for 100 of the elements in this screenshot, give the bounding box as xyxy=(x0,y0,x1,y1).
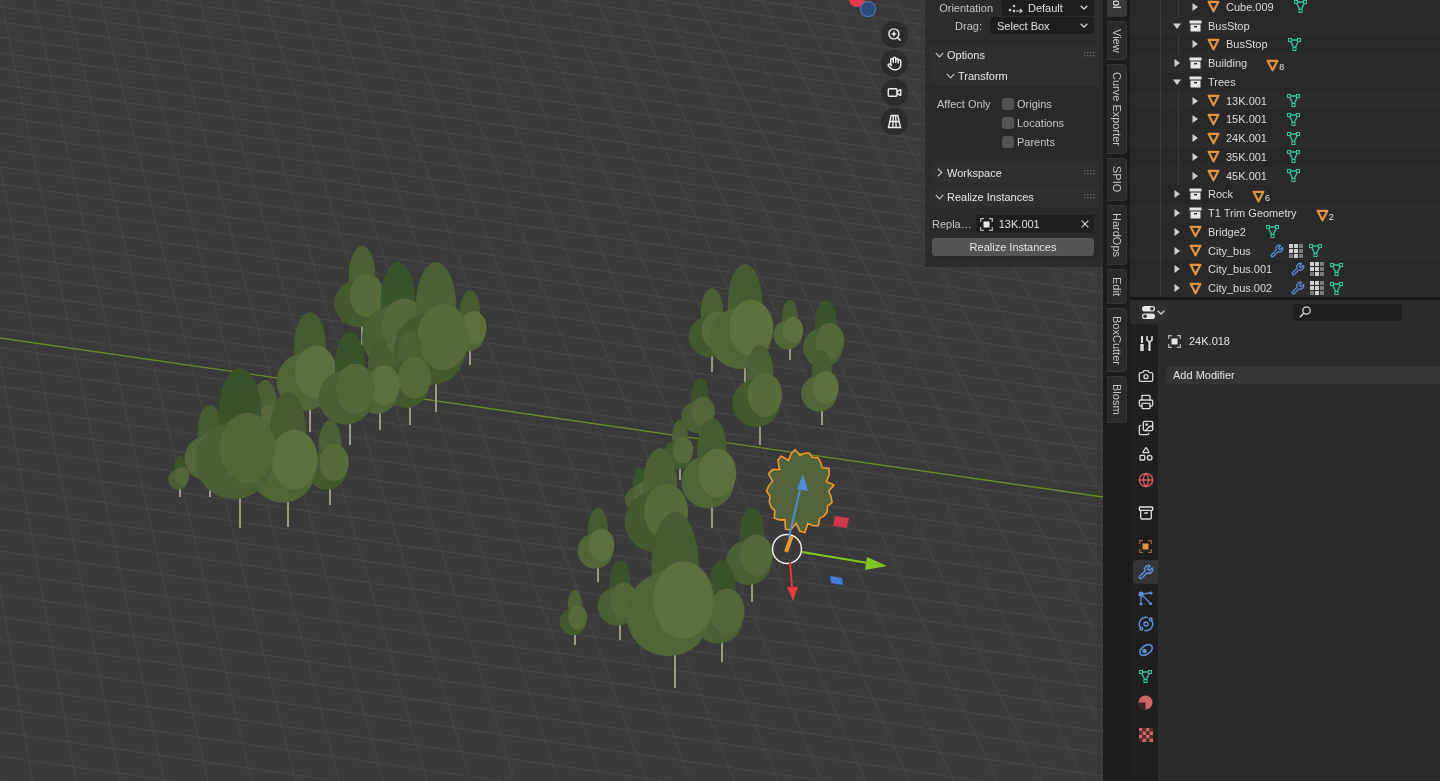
disclosure-arrow-icon[interactable] xyxy=(1192,40,1198,49)
sidebar-tab[interactable]: ol xyxy=(1107,0,1127,17)
globe-icon xyxy=(1137,472,1154,488)
mesh-data-icon xyxy=(1307,243,1323,259)
printer-icon xyxy=(1137,394,1154,410)
mesh-data-icon xyxy=(1286,130,1301,146)
mesh-data-icon xyxy=(1292,0,1308,15)
add-modifier-button[interactable]: Add Modifier xyxy=(1166,366,1440,384)
chevron-down-icon xyxy=(1080,5,1088,10)
disclosure-arrow-icon[interactable] xyxy=(1192,134,1198,143)
item-name: Trees xyxy=(1208,76,1236,88)
mesh-object-icon xyxy=(1189,225,1202,239)
selected-tree[interactable] xyxy=(765,448,836,553)
disclosure-arrow-icon[interactable] xyxy=(1192,115,1198,124)
plane-handle[interactable] xyxy=(833,516,849,528)
collection-box-icon xyxy=(1189,188,1202,201)
array-grid-icon xyxy=(1288,243,1303,258)
disclosure-arrow-icon[interactable] xyxy=(1174,246,1180,255)
search-field[interactable] xyxy=(1293,303,1402,321)
sidebar-tab[interactable]: SPIO xyxy=(1107,158,1127,201)
disclosure-arrow-icon[interactable] xyxy=(1174,209,1180,218)
array-grid-icon xyxy=(1310,262,1325,277)
sidebar-tab[interactable]: Blosm xyxy=(1107,376,1127,423)
item-name: City_bus xyxy=(1208,244,1251,257)
particles-icon xyxy=(1138,590,1153,606)
sidebar-tab[interactable]: BoxCutter xyxy=(1107,307,1127,373)
mesh-object-icon xyxy=(1207,169,1220,183)
clear-icon[interactable] xyxy=(1081,220,1089,228)
video-camera-icon[interactable] xyxy=(881,79,908,106)
z-axis-arrow[interactable] xyxy=(788,474,808,538)
checkbox-label: Origins xyxy=(1017,97,1052,110)
array-grid-icon xyxy=(1310,281,1325,296)
disclosure-arrow-icon[interactable] xyxy=(1174,228,1180,236)
mesh-object-icon xyxy=(1252,190,1266,203)
hand-icon[interactable] xyxy=(881,50,908,77)
child-count: 6 xyxy=(1265,194,1271,203)
disclosure-arrow-icon[interactable] xyxy=(1192,171,1198,180)
checkbox[interactable] xyxy=(1002,135,1014,148)
chevron-down-icon xyxy=(1157,309,1165,315)
item-name: City_bus.002 xyxy=(1208,282,1273,295)
constraint-icon xyxy=(1137,643,1154,657)
drag-grip-icon[interactable] xyxy=(1084,170,1095,175)
field-label: Affect Only xyxy=(937,97,992,110)
mesh-object-icon xyxy=(1315,208,1329,222)
mesh-object-icon xyxy=(1207,94,1220,108)
sidebar-tab[interactable]: HardOps xyxy=(1107,204,1127,265)
disclosure-arrow-icon[interactable] xyxy=(1192,3,1198,11)
disclosure-arrow-icon[interactable] xyxy=(1173,22,1181,29)
plane-handle[interactable] xyxy=(830,576,843,585)
checkbox[interactable] xyxy=(1002,116,1014,129)
collection-box-icon xyxy=(1189,57,1202,70)
drag-grip-icon[interactable] xyxy=(1084,194,1095,199)
disclosure-arrow-icon[interactable] xyxy=(1174,59,1180,68)
sidebar-tab[interactable]: Edit xyxy=(1107,268,1127,304)
item-name: Building xyxy=(1208,57,1248,70)
disclosure-arrow-icon[interactable] xyxy=(1173,79,1181,85)
field-label: Repla… xyxy=(932,218,972,230)
object-field[interactable]: 13K.001 xyxy=(975,215,1094,233)
realize-instances-button[interactable]: Realize Instances xyxy=(932,238,1094,256)
disclosure-arrow-icon[interactable] xyxy=(1174,284,1180,293)
y-axis-arrow[interactable] xyxy=(801,551,887,570)
tree xyxy=(559,590,588,646)
checkbox[interactable] xyxy=(1002,97,1014,110)
wrench-icon xyxy=(1137,564,1154,580)
material-sphere-icon xyxy=(1138,694,1153,710)
gizmo-ring[interactable] xyxy=(771,533,803,565)
item-name: 13K.001 xyxy=(1226,94,1267,107)
chevron-down-icon xyxy=(1080,23,1088,28)
collection-box-icon xyxy=(1189,76,1202,88)
disclosure-arrow-icon[interactable] xyxy=(1174,190,1180,199)
drag-grip-icon[interactable] xyxy=(1084,52,1095,57)
mesh-object-icon xyxy=(1207,131,1220,145)
item-name: City_bus.001 xyxy=(1208,263,1273,276)
zoom-in-icon[interactable] xyxy=(881,21,908,48)
disclosure-arrow-icon[interactable] xyxy=(1192,153,1198,161)
object-name: 24K.018 xyxy=(1189,335,1230,347)
perspective-grid-icon[interactable] xyxy=(881,108,908,135)
item-name: Bridge2 xyxy=(1208,226,1246,238)
dropdown[interactable]: Default xyxy=(1001,0,1094,16)
mesh-data-icon xyxy=(1286,93,1301,109)
mesh-data-icon xyxy=(1286,112,1301,127)
child-count: 2 xyxy=(1328,212,1334,222)
toggle-switches-icon xyxy=(1142,305,1155,319)
mesh-object-icon xyxy=(1189,244,1202,258)
object-square-icon xyxy=(1139,539,1152,553)
shapes-icon xyxy=(1137,446,1154,462)
disclosure-arrow-icon[interactable] xyxy=(1174,265,1180,274)
mesh-object-icon xyxy=(1207,113,1220,126)
item-name: BusStop xyxy=(1208,19,1250,32)
orientation-icon xyxy=(1008,2,1023,13)
field-label: Orientation xyxy=(939,1,993,14)
dropdown[interactable]: Select Box xyxy=(990,17,1094,34)
disclosure-arrow-icon[interactable] xyxy=(1192,96,1198,105)
image-stack-icon xyxy=(1137,420,1154,436)
sidebar-tab[interactable]: View xyxy=(1107,20,1127,61)
editor-type-button[interactable] xyxy=(1139,303,1168,321)
mesh-object-icon xyxy=(1207,0,1220,14)
sidebar-tab[interactable]: Curve Exporter xyxy=(1107,64,1127,155)
mesh-data-icon xyxy=(1329,280,1345,296)
mesh-data-icon xyxy=(1264,224,1280,240)
